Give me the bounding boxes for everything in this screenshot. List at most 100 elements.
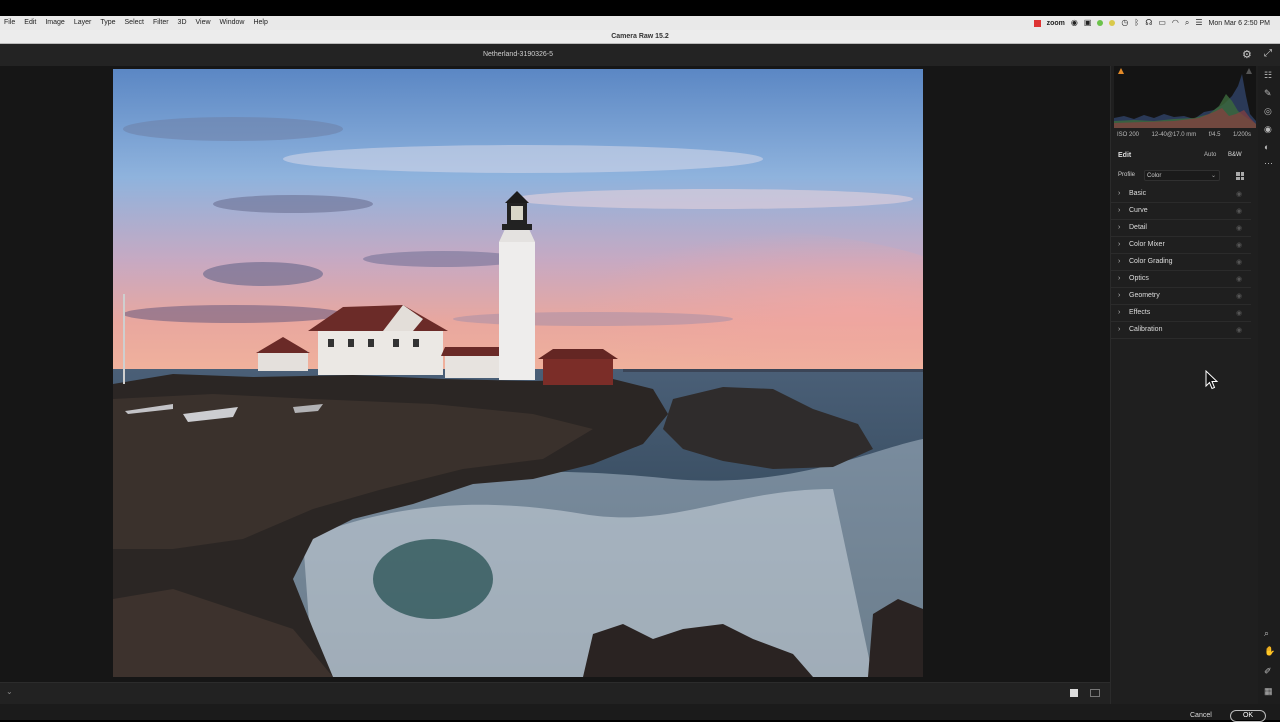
gear-icon[interactable]: ⚙ [1242, 48, 1252, 61]
section-geometry[interactable]: › Geometry ◉ [1111, 288, 1251, 305]
exif-aperture: f/4.5 [1208, 132, 1221, 138]
menu-image[interactable]: Image [45, 16, 64, 30]
chevron-right-icon: › [1118, 326, 1121, 333]
preview-bottombar: ⌄ [0, 682, 1110, 704]
window-title: Camera Raw 15.2 [611, 33, 669, 40]
time-machine-icon[interactable]: ◷ [1121, 16, 1128, 30]
exif-iso: ISO 200 [1117, 132, 1140, 138]
ok-button[interactable]: OK [1230, 710, 1266, 722]
menu-select[interactable]: Select [125, 16, 144, 30]
eye-icon[interactable]: ◉ [1236, 275, 1242, 283]
edit-title: Edit [1118, 152, 1132, 159]
grid-overlay-icon[interactable]: ▦ [1264, 686, 1273, 697]
chevron-right-icon: › [1118, 309, 1121, 316]
section-color-grading[interactable]: › Color Grading ◉ [1111, 254, 1251, 271]
menu-window[interactable]: Window [220, 16, 245, 30]
chevron-right-icon: › [1118, 275, 1121, 282]
mouse-cursor-icon [1205, 369, 1219, 395]
eye-icon[interactable]: ◉ [1236, 292, 1242, 300]
status-green-icon[interactable] [1097, 20, 1104, 26]
battery-icon[interactable]: ▭ [1158, 16, 1166, 30]
hand-icon[interactable]: ✋ [1264, 646, 1275, 657]
histogram-clipping-icon[interactable] [1246, 68, 1252, 74]
mac-menubar: File Edit Image Layer Type Select Filter… [0, 16, 1280, 30]
recording-indicator-icon[interactable] [1033, 19, 1041, 27]
status-yellow-icon[interactable] [1109, 20, 1116, 26]
eye-icon[interactable]: ◉ [1236, 309, 1242, 317]
more-icon[interactable]: ⋯ [1264, 158, 1273, 169]
profile-browser-grid-icon[interactable] [1236, 172, 1244, 180]
section-label: Basic [1129, 190, 1147, 197]
eye-icon[interactable]: ◉ [1236, 224, 1242, 232]
control-center-icon[interactable]: ☰ [1195, 16, 1202, 30]
zoom-icon[interactable]: ⌕ [1264, 628, 1269, 639]
section-detail[interactable]: › Detail ◉ [1111, 220, 1251, 237]
eye-icon[interactable]: ◉ [1236, 207, 1242, 215]
section-color-mixer[interactable]: › Color Mixer ◉ [1111, 237, 1251, 254]
bluetooth-icon[interactable]: ᛒ [1134, 16, 1139, 30]
filmstrip-toggle-icon[interactable]: ⌄ [6, 687, 13, 696]
section-calibration[interactable]: › Calibration ◉ [1111, 322, 1251, 339]
eyedropper-icon[interactable]: ✐ [1264, 666, 1272, 677]
menu-view[interactable]: View [196, 16, 211, 30]
headphones-icon[interactable]: ☊ [1145, 16, 1152, 30]
edit-panel: ISO 200 12-40@17.0 mm f/4.5 1/200s Edit … [1110, 66, 1258, 704]
chevron-down-icon: ⌄ [1210, 173, 1216, 179]
wifi-icon[interactable]: ◠ [1172, 16, 1179, 30]
section-label: Curve [1129, 207, 1148, 214]
section-optics[interactable]: › Optics ◉ [1111, 271, 1251, 288]
mask-icon[interactable]: ◎ [1264, 106, 1272, 117]
eye-icon[interactable]: ◉ [1236, 326, 1242, 334]
creative-cloud-icon[interactable]: ◉ [1071, 16, 1078, 30]
menu-filter[interactable]: Filter [153, 16, 169, 30]
chevron-right-icon: › [1118, 292, 1121, 299]
profile-value: Color [1147, 173, 1162, 179]
section-label: Effects [1129, 309, 1151, 316]
menu-help[interactable]: Help [253, 16, 267, 30]
section-curve[interactable]: › Curve ◉ [1111, 203, 1251, 220]
histogram [1114, 66, 1256, 128]
section-label: Calibration [1129, 326, 1163, 333]
menubar-clock[interactable]: Mon Mar 6 2:50 PM [1209, 20, 1270, 27]
zoom-tray-label[interactable]: zoom [1047, 20, 1065, 27]
bw-button[interactable]: B&W [1228, 152, 1242, 158]
eye-icon[interactable]: ◉ [1236, 190, 1242, 198]
section-effects[interactable]: › Effects ◉ [1111, 305, 1251, 322]
chevron-right-icon: › [1118, 224, 1121, 231]
window-titlebar: Camera Raw 15.2 [0, 30, 1280, 44]
chevron-right-icon: › [1118, 258, 1121, 265]
menu-3d[interactable]: 3D [178, 16, 187, 30]
screen-top-bezel [0, 0, 1280, 16]
chevron-right-icon: › [1118, 207, 1121, 214]
tool-strip: ☷ ✎ ◎ ◉ ◐ ⋯ ⌕ ✋ ✐ ▦ [1258, 66, 1280, 704]
section-basic[interactable]: › Basic ◉ [1111, 186, 1251, 203]
profile-select[interactable]: Color ⌄ [1144, 170, 1220, 181]
before-after-view-icon[interactable] [1090, 689, 1100, 697]
status-tray: zoom ◉ ▣ ◷ ᛒ ☊ ▭ ◠ ⌕ ☰ Mon Mar 6 2:50 PM [1033, 16, 1270, 30]
cancel-button[interactable]: Cancel [1190, 712, 1212, 719]
menu-layer[interactable]: Layer [74, 16, 92, 30]
screen-share-icon[interactable]: ▣ [1084, 16, 1092, 30]
exif-info: ISO 200 12-40@17.0 mm f/4.5 1/200s [1117, 132, 1251, 138]
file-name: Netherland-3190326-5 [482, 51, 554, 58]
edit-sliders-icon[interactable]: ☷ [1264, 70, 1272, 81]
camera-raw-app: Netherland-3190326-5 ⚙ ⤢ ⌄ ISO 200 12-40… [0, 44, 1280, 722]
lighthouse-photo[interactable] [113, 69, 923, 677]
red-eye-icon[interactable]: ◉ [1264, 124, 1272, 135]
presets-icon[interactable]: ◐ [1264, 142, 1269, 152]
chevron-right-icon: › [1118, 190, 1121, 197]
eye-icon[interactable]: ◉ [1236, 241, 1242, 249]
expand-icon[interactable]: ⤢ [1264, 48, 1272, 59]
auto-button[interactable]: Auto [1204, 152, 1216, 158]
eye-icon[interactable]: ◉ [1236, 258, 1242, 266]
menu-edit[interactable]: Edit [24, 16, 36, 30]
histogram-warning-icon[interactable] [1118, 68, 1124, 74]
menu-type[interactable]: Type [100, 16, 115, 30]
spotlight-search-icon[interactable]: ⌕ [1185, 16, 1189, 30]
menu-file[interactable]: File [4, 16, 15, 30]
file-header: Netherland-3190326-5 ⚙ ⤢ [0, 44, 1280, 66]
single-view-icon[interactable] [1070, 689, 1078, 697]
heal-brush-icon[interactable]: ✎ [1264, 88, 1272, 99]
profile-label: Profile [1118, 172, 1136, 178]
image-preview-area [0, 66, 1110, 682]
